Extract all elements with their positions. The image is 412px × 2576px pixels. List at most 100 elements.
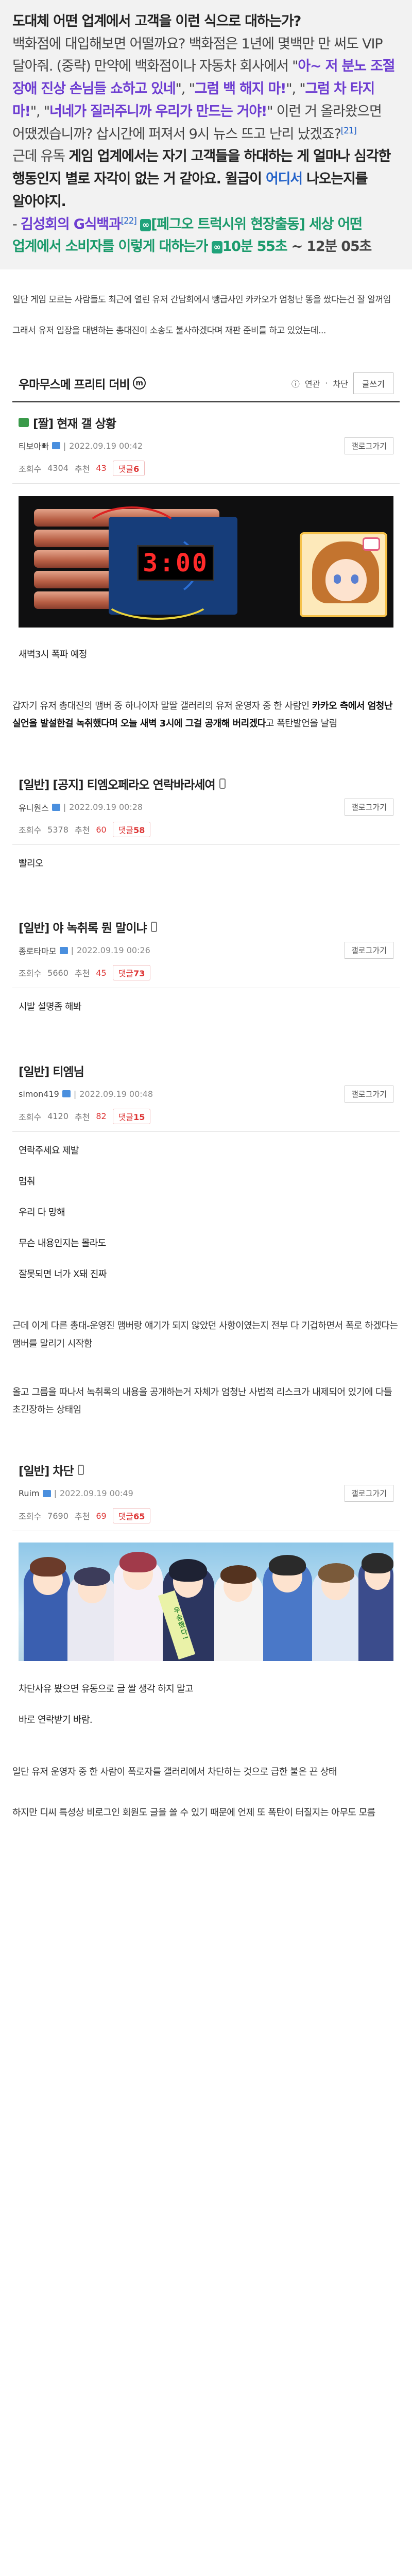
- character-bow: [363, 537, 380, 551]
- comment-badge[interactable]: 댓글6: [112, 460, 145, 476]
- post-author[interactable]: 유니원스: [19, 801, 49, 814]
- post-date: 2022.09.19 00:42: [69, 440, 143, 451]
- post-title-text: [짤] 현재 갤 상황: [33, 417, 116, 431]
- fixed-nick-icon: [59, 946, 68, 954]
- views-count: 4120: [47, 1111, 68, 1122]
- narration-paragraph: 근데 이게 다른 총대-운영진 맴버랑 얘기가 되지 않았던 사항이였는지 전부…: [12, 1320, 398, 1349]
- post-title-text: [일반] 차단: [19, 1465, 74, 1479]
- views-label: 조회수: [19, 825, 42, 836]
- post-title-text: [일반] 티엠님: [19, 1065, 84, 1079]
- quote-sep: ", ": [30, 103, 50, 120]
- footnote-link[interactable]: [22]: [121, 216, 137, 226]
- rec-count: 82: [96, 1111, 107, 1122]
- comment-label: 댓글: [118, 1512, 134, 1522]
- comment-badge[interactable]: 댓글65: [112, 1508, 151, 1524]
- comment-badge[interactable]: 댓글58: [112, 822, 151, 838]
- post-body: 시발 설명좀 해봐: [12, 988, 400, 1035]
- post-line: 차단사유 봤으면 유동으로 글 쌀 생각 하지 말고: [19, 1684, 194, 1695]
- post-line: 빨리오: [19, 858, 43, 870]
- character-sticker: [300, 532, 387, 617]
- post-body: 차단사유 봤으면 유동으로 글 쌀 생각 하지 말고 바로 연락받기 바람.: [12, 1670, 400, 1748]
- meta-separator: |: [54, 1488, 57, 1499]
- post-author[interactable]: 티보아빠: [19, 439, 49, 452]
- comment-badge[interactable]: 댓글73: [112, 965, 151, 981]
- comment-label: 댓글: [118, 464, 134, 474]
- block-link[interactable]: 차단: [333, 377, 348, 389]
- gallog-button[interactable]: 갤로그가기: [344, 437, 393, 454]
- intro-paragraph: 그래서 유저 입장을 대변하는 총대진이 소송도 불사하겠다며 재판 준비를 하…: [12, 325, 326, 336]
- post-line: 연락주세요 제발: [19, 1145, 79, 1156]
- character-eye: [334, 574, 341, 584]
- dot-separator: ·: [325, 378, 328, 388]
- narration-text: 고 폭탄발언을 날림: [265, 718, 337, 729]
- post-author[interactable]: simon419: [19, 1089, 59, 1099]
- board-header: 우마무스메 프리티 더비 m ⓘ 연관 · 차단 글쓰기: [12, 362, 400, 402]
- gallog-button[interactable]: 갤로그가기: [344, 1085, 393, 1103]
- gallog-button[interactable]: 갤로그가기: [344, 1485, 393, 1502]
- post-line: 시발 설명좀 해봐: [19, 1002, 82, 1013]
- post-line: 새벽3시 폭파 예정: [19, 649, 87, 660]
- quote-emphasis-paragraph: 근데 유독 게임 업계에서는 자기 고객들을 하대하는 게 얼마나 심각한 행동…: [12, 145, 400, 213]
- fixed-nick-icon: [62, 1090, 71, 1098]
- post-stats: 조회수 5378 추천 60 댓글58: [12, 816, 400, 845]
- footnote-link[interactable]: [21]: [341, 126, 357, 136]
- board-name[interactable]: 우마무스메 프리티 더비: [19, 375, 130, 392]
- rec-count: 60: [96, 824, 107, 835]
- board-related-icon: ⓘ: [291, 379, 300, 389]
- character-hair: [362, 1553, 393, 1574]
- post-title: [일반] 야 녹취록 뭔 말이냐: [12, 918, 400, 936]
- post-meta: 종로타마모 | 2022.09.19 00:26 갤로그가기: [12, 936, 400, 959]
- character-hair: [74, 1567, 110, 1586]
- post-title: [일반] [공지] 티엠오페라오 연락바라세여: [12, 775, 400, 792]
- narration-paragraph: 올고 그름을 따나서 녹취록의 내용을 공개하는거 자체가 엄청난 사법적 리스…: [12, 1386, 392, 1416]
- keyword-link[interactable]: 어디서: [266, 171, 303, 187]
- post-stats: 조회수 4120 추천 82 댓글15: [12, 1103, 400, 1132]
- post-line: 바로 연락받기 바람.: [19, 1715, 93, 1726]
- views-count: 5660: [47, 968, 68, 978]
- timestamp-link[interactable]: 10분 55초: [222, 239, 288, 255]
- anime-group-image: 우승했다!: [19, 1543, 393, 1662]
- related-link[interactable]: 연관: [305, 377, 320, 389]
- post-title-text: [일반] 야 녹취록 뭔 말이냐: [19, 922, 147, 936]
- post: [짤] 현재 갤 상황 티보아빠 | 2022.09.19 00:42 갤로그가…: [12, 402, 400, 682]
- rec-count: 43: [96, 463, 107, 473]
- meta-separator: |: [63, 802, 66, 812]
- post-meta: Ruim | 2022.09.19 00:49 갤로그가기: [12, 1479, 400, 1502]
- board-title: 우마무스메 프리티 더비 m: [19, 375, 146, 392]
- post-title-text: [일반] [공지] 티엠오페라오 연락바라세여: [19, 778, 216, 792]
- post-line: 우리 다 망해: [19, 1207, 65, 1218]
- fixed-nick-icon: [52, 442, 60, 450]
- character-eye: [351, 574, 358, 584]
- gallog-button[interactable]: 갤로그가기: [344, 942, 393, 959]
- views-count: 5378: [47, 824, 68, 835]
- comment-badge[interactable]: 댓글15: [112, 1108, 151, 1124]
- post: [일반] 야 녹취록 뭔 말이냐 종로타마모 | 2022.09.19 00:2…: [12, 907, 400, 1035]
- post-line: 멈춰: [19, 1176, 36, 1187]
- gallog-button[interactable]: 갤로그가기: [344, 799, 393, 816]
- rec-count: 69: [96, 1511, 107, 1521]
- views-label: 조회수: [19, 464, 42, 474]
- views-label: 조회수: [19, 1112, 42, 1122]
- rec-label: 추천: [74, 1112, 90, 1122]
- post-body: 빨리오: [12, 845, 400, 891]
- quote-block: 도대체 어떤 업계에서 고객을 이런 식으로 대하는가? 백화점에 대입해보면 …: [0, 0, 412, 270]
- image-post-icon: [19, 417, 29, 427]
- narration-paragraph: 갑자기 유저 총대진의 맴버 중 하나이자 말딸 갤러리의 유저 운영자 중 한…: [0, 698, 412, 733]
- source-channel-link[interactable]: 김성회의 G식백과: [21, 216, 122, 232]
- post-author[interactable]: Ruim: [19, 1488, 40, 1498]
- post-author[interactable]: 종로타마모: [19, 944, 57, 957]
- post-date: 2022.09.19 00:28: [69, 802, 143, 812]
- post: [일반] [공지] 티엠오페라오 연락바라세여 유니원스 | 2022.09.1…: [12, 764, 400, 891]
- comment-count: 65: [133, 1512, 145, 1522]
- rec-label: 추천: [74, 464, 90, 474]
- post-date: 2022.09.19 00:49: [59, 1488, 133, 1499]
- comment-count: 73: [133, 969, 145, 979]
- rec-label: 추천: [74, 1512, 90, 1522]
- quote-title: 도대체 어떤 업계에서 고객을 이런 식으로 대하는가?: [12, 13, 301, 29]
- quote-sep: ", ": [286, 81, 305, 97]
- quote-source: - 김성회의 G식백과[22] ∞ [페그오 트럭시위 현장출동] 세상 어떤 업…: [12, 213, 400, 258]
- post-line: 무슨 내용인지는 몰라도: [19, 1238, 106, 1249]
- write-button[interactable]: 글쓰기: [353, 372, 393, 394]
- post-title: [일반] 티엠님: [12, 1062, 400, 1079]
- views-count: 4304: [47, 463, 68, 473]
